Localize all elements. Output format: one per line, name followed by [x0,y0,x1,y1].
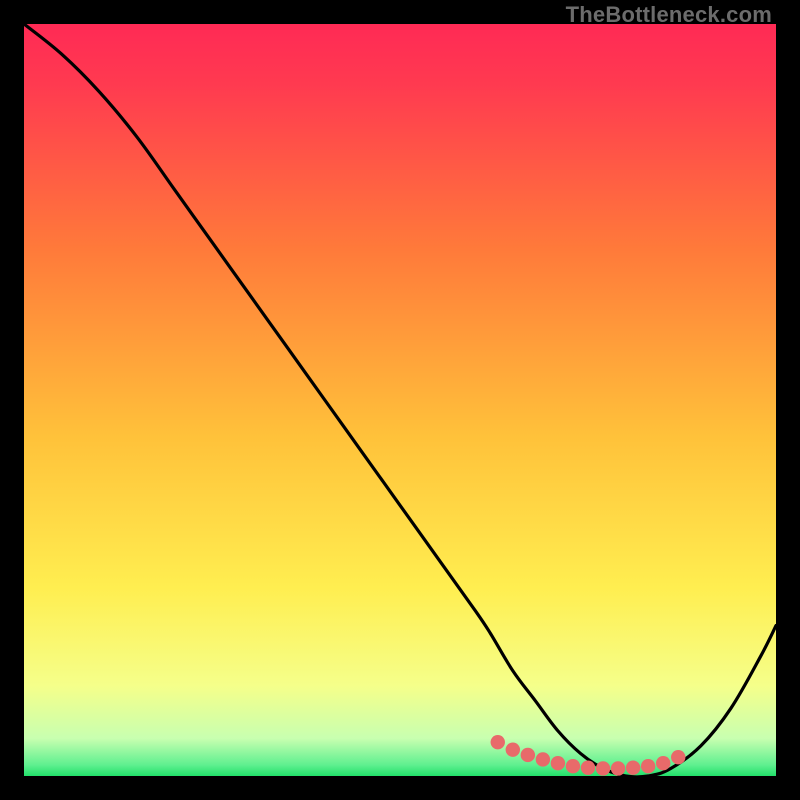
optimal-dot [671,750,685,764]
chart-svg [24,24,776,776]
watermark-text: TheBottleneck.com [566,2,772,28]
optimal-dot [656,756,670,770]
optimal-dot [626,761,640,775]
optimal-dot [566,759,580,773]
optimal-dot [491,735,505,749]
chart-frame [24,24,776,776]
optimal-dot [596,761,610,775]
optimal-dot [551,756,565,770]
optimal-dot [581,761,595,775]
optimal-dot [611,761,625,775]
optimal-dot [641,759,655,773]
optimal-dot [506,742,520,756]
optimal-dot [536,752,550,766]
optimal-dot [521,748,535,762]
